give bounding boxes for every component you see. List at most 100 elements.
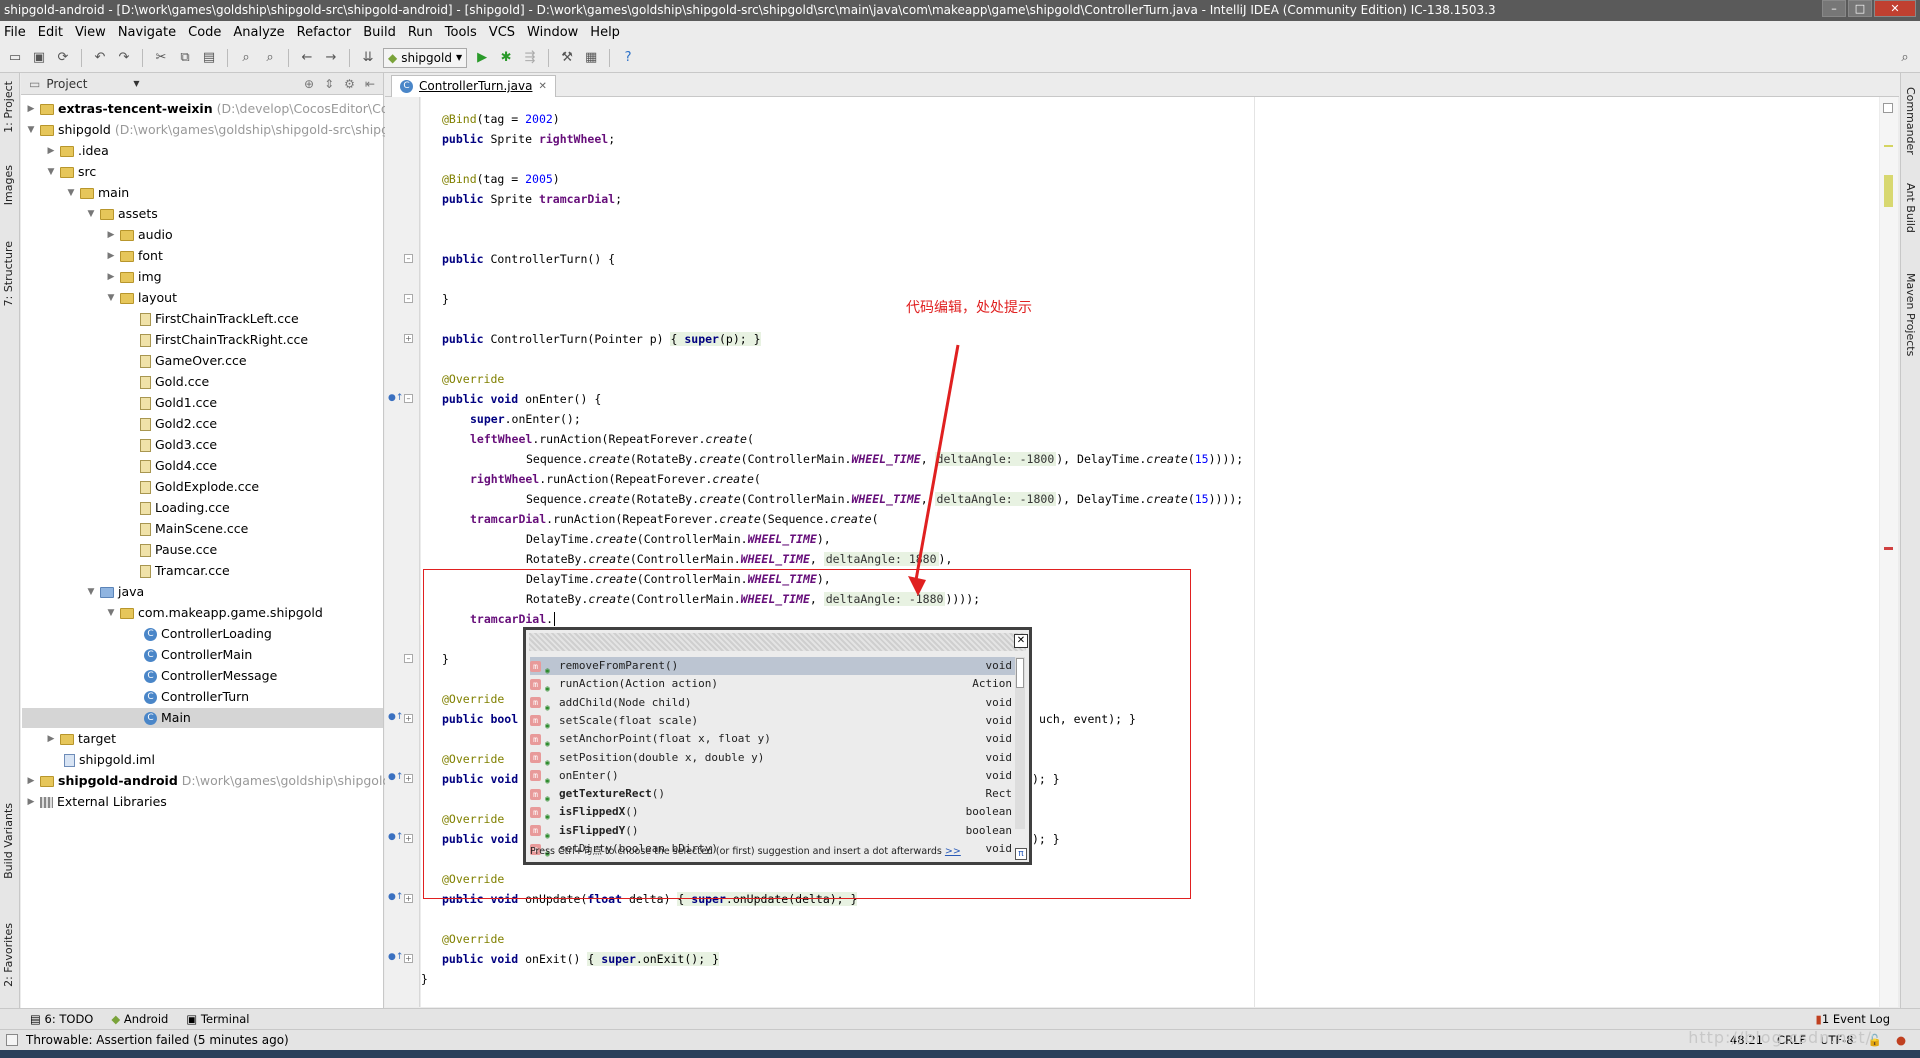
find-icon[interactable]: ⌕ [237, 49, 255, 67]
menu-edit[interactable]: Edit [38, 25, 63, 40]
tree-item-file[interactable]: FirstChainTrackRight.cce [140, 330, 308, 350]
tree-item-iml[interactable]: shipgold.iml [64, 750, 155, 770]
fold-marker-icon[interactable]: – [404, 254, 413, 263]
menu-refactor[interactable]: Refactor [297, 25, 352, 40]
tree-item-file[interactable]: Loading.cce [140, 498, 230, 518]
tree-item-file[interactable]: MainScene.cce [140, 519, 248, 539]
popup-drag-handle[interactable]: ✕ [529, 633, 1028, 651]
tree-item-file[interactable]: FirstChainTrackLeft.cce [140, 309, 299, 329]
chevron-down-icon[interactable]: ▼ [133, 79, 139, 88]
sdk-manager-icon[interactable]: ⚒ [558, 49, 576, 67]
expand-arrow-icon[interactable]: ▶ [26, 99, 36, 119]
expand-arrow-icon[interactable]: ▶ [26, 792, 36, 812]
override-marker-icon[interactable]: ●↑ [388, 892, 403, 902]
menu-help[interactable]: Help [590, 25, 620, 40]
expand-arrow-icon[interactable]: ▶ [106, 225, 116, 245]
scroll-thumb[interactable] [1884, 175, 1893, 207]
make-project-icon[interactable]: ⇊ [359, 49, 377, 67]
inspection-status-icon[interactable] [1883, 103, 1893, 113]
android-tool-tab[interactable]: ◆ Android [111, 1012, 168, 1026]
tab-controllerturn-java[interactable]: C ControllerTurn.java ✕ [391, 75, 556, 97]
terminal-tool-tab[interactable]: ▣ Terminal [186, 1012, 249, 1026]
expand-fold-icon[interactable]: + [404, 774, 413, 783]
undo-icon[interactable]: ↶ [91, 49, 109, 67]
tree-item-shipgold-android[interactable]: ▶ shipgold-android D:\work\games\goldship\… [26, 771, 391, 791]
event-log-tool-tab[interactable]: ▮1 Event Log [1816, 1012, 1890, 1026]
collapse-arrow-icon[interactable]: ▼ [46, 162, 56, 182]
menu-code[interactable]: Code [188, 25, 221, 40]
maven-projects-tool-tab[interactable]: Maven Projects [1904, 273, 1917, 356]
menu-build[interactable]: Build [363, 25, 396, 40]
debug-icon[interactable]: ✱ [497, 49, 515, 67]
tree-item-file[interactable]: Pause.cce [140, 540, 217, 560]
tree-item-assets[interactable]: ▼ assets [86, 204, 158, 224]
tree-item-layout[interactable]: ▼ layout [106, 288, 177, 308]
tree-item-file[interactable]: Gold1.cce [140, 393, 217, 413]
close-popup-icon[interactable]: ✕ [1014, 634, 1028, 648]
menu-tools[interactable]: Tools [445, 25, 477, 40]
suggestion-item[interactable]: m ◉ setScale(float scale) void [530, 712, 1018, 730]
menu-view[interactable]: View [75, 25, 106, 40]
tree-item-class[interactable]: C ControllerMain [144, 645, 252, 665]
tree-item-class[interactable]: C ControllerLoading [144, 624, 272, 644]
code-completion-popup[interactable]: ✕ m ◉ removeFromParent() void m ◉ runAction(Ac… [523, 627, 1032, 865]
expand-arrow-icon[interactable]: ▶ [46, 141, 56, 161]
warning-marker[interactable] [1884, 145, 1893, 147]
override-marker-icon[interactable]: ●↑ [388, 952, 403, 962]
suggestion-item[interactable]: m ◉ onEnter() void [530, 767, 1018, 785]
collapse-arrow-icon[interactable]: ▼ [106, 288, 116, 308]
tree-item-main[interactable]: ▼ main [66, 183, 130, 203]
images-tool-tab[interactable]: Images [2, 165, 15, 205]
expand-fold-icon[interactable]: + [404, 834, 413, 843]
close-tab-icon[interactable]: ✕ [538, 76, 546, 97]
redo-icon[interactable]: ↷ [115, 49, 133, 67]
expand-arrow-icon[interactable]: ▶ [106, 246, 116, 266]
pi-icon[interactable]: π [1015, 848, 1027, 860]
sync-icon[interactable]: ⟳ [54, 49, 72, 67]
tree-item-file[interactable]: Gold3.cce [140, 435, 217, 455]
suggestion-item[interactable]: m ◉ isFlippedX() boolean [530, 803, 1018, 821]
override-marker-icon[interactable]: ●↑ [388, 832, 403, 842]
tree-item-file[interactable]: Gold.cce [140, 372, 209, 392]
forward-icon[interactable]: → [322, 49, 340, 67]
attach-debugger-icon[interactable]: ⇶ [521, 49, 539, 67]
tree-item-file[interactable]: Tramcar.cce [140, 561, 230, 581]
tree-item-font[interactable]: ▶ font [106, 246, 163, 266]
tree-item-file[interactable]: GoldExplode.cce [140, 477, 259, 497]
collapse-arrow-icon[interactable]: ▼ [66, 183, 76, 203]
error-marker[interactable] [1884, 547, 1893, 550]
tree-item-src[interactable]: ▼ src [46, 162, 97, 182]
run-icon[interactable]: ▶ [473, 49, 491, 67]
expand-fold-icon[interactable]: + [404, 334, 413, 343]
tree-item-file[interactable]: Gold4.cce [140, 456, 217, 476]
editor-scrollbar[interactable] [1880, 97, 1898, 1007]
maximize-button[interactable]: □ [1848, 0, 1872, 17]
menu-vcs[interactable]: VCS [489, 25, 515, 40]
status-toggle-icon[interactable] [6, 1034, 18, 1046]
structure-tool-tab[interactable]: 7: Structure [2, 241, 15, 306]
gear-icon[interactable]: ⚙ [344, 77, 355, 91]
collapse-arrow-icon[interactable]: ▼ [86, 582, 96, 602]
suggestion-item[interactable]: m ◉ isFlippedY() boolean [530, 822, 1018, 840]
back-icon[interactable]: ← [298, 49, 316, 67]
tree-item-idea[interactable]: ▶ .idea [46, 141, 109, 161]
open-folder-icon[interactable]: ▭ [6, 49, 24, 67]
collapse-arrow-icon[interactable]: ▼ [86, 204, 96, 224]
expand-fold-icon[interactable]: + [404, 714, 413, 723]
popup-scroll-thumb[interactable] [1016, 658, 1024, 688]
override-marker-icon[interactable]: ●↑ [388, 393, 403, 403]
scroll-from-source-icon[interactable]: ⊕ [304, 77, 314, 91]
tree-item-class[interactable]: C ControllerMessage [144, 666, 277, 686]
tree-item-file[interactable]: GameOver.cce [140, 351, 247, 371]
tree-item-java[interactable]: ▼ java [86, 582, 145, 602]
menu-run[interactable]: Run [408, 25, 433, 40]
collapse-all-icon[interactable]: ⇕ [324, 77, 334, 91]
fold-marker-icon[interactable]: – [404, 294, 413, 303]
expand-fold-icon[interactable]: + [404, 954, 413, 963]
expand-arrow-icon[interactable]: ▶ [106, 267, 116, 287]
git-icon[interactable]: ● [1896, 1030, 1906, 1051]
run-configuration-select[interactable]: ◆ shipgold ▼ [383, 47, 468, 68]
project-structure-icon[interactable]: ▦ [582, 49, 600, 67]
tree-item-package[interactable]: ▼ com.makeapp.game.shipgold [106, 603, 323, 623]
project-view-select[interactable]: Project [46, 77, 87, 91]
